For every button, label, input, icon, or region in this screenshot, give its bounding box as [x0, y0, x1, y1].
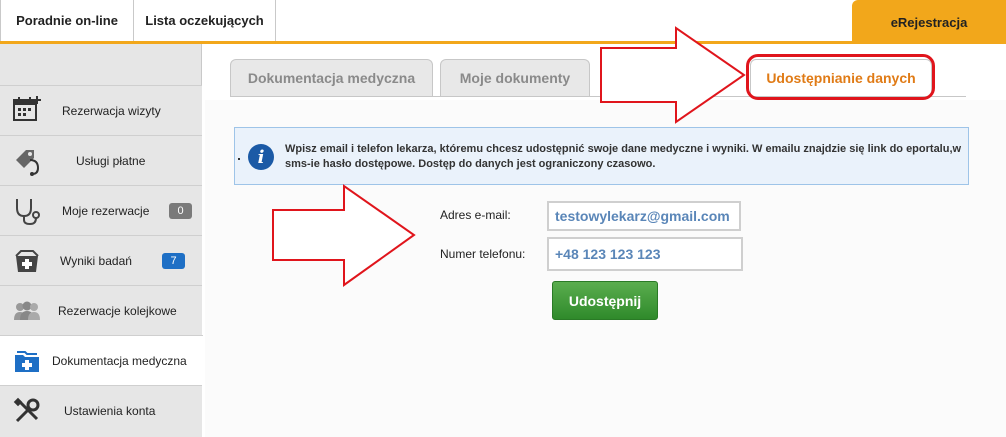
- annotation-arrow-right-form: [272, 184, 416, 287]
- annotation-arrow-right-top: [600, 26, 746, 124]
- annotation-highlight-box: [746, 54, 935, 100]
